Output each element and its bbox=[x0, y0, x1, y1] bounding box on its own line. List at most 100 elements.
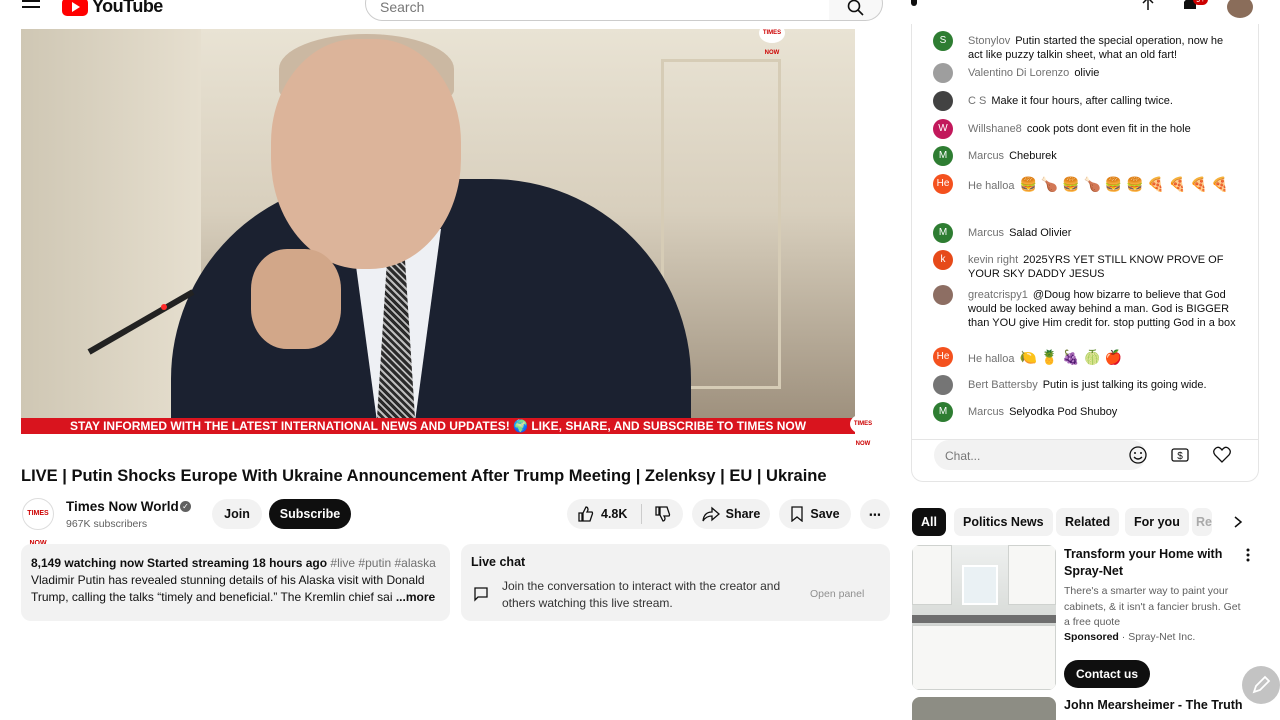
search-button[interactable] bbox=[829, 0, 883, 21]
chat-text: cook pots dont even fit in the hole bbox=[1026, 123, 1191, 135]
chat-message[interactable]: He He halloa 🍔 🍗 🍔 🍗 🍔 🍔 🍕 🍕 🍕 🍕 bbox=[933, 174, 1238, 196]
chip-recent[interactable]: Re bbox=[1192, 508, 1212, 536]
microphone-icon[interactable] bbox=[904, 0, 924, 16]
chat-text: Cheburek bbox=[1009, 150, 1057, 162]
chip-related[interactable]: Related bbox=[1056, 508, 1120, 536]
svg-text:$: $ bbox=[1177, 451, 1183, 462]
video-frame-head bbox=[271, 39, 461, 269]
chat-author: Marcus bbox=[968, 150, 1005, 162]
thumbs-up-icon[interactable] bbox=[577, 505, 595, 523]
pencil-icon bbox=[1252, 675, 1271, 694]
video-frame-mic-light bbox=[161, 304, 167, 310]
emoji-icon[interactable] bbox=[1128, 445, 1148, 465]
share-label: Share bbox=[725, 507, 761, 521]
youtube-logo[interactable]: YouTube bbox=[62, 0, 163, 17]
chat-author: Valentino Di Lorenzo bbox=[968, 67, 1070, 79]
chat-message[interactable]: Bert Battersby Putin is just talking its … bbox=[933, 375, 1238, 395]
ad-thumbnail[interactable] bbox=[912, 545, 1056, 690]
description-text: Vladimir Putin has revealed stunning det… bbox=[31, 572, 440, 606]
chat-author: Marcus bbox=[968, 406, 1005, 418]
chat-message[interactable]: k kevin right 2025YRS YET STILL KNOW PROV… bbox=[933, 250, 1238, 281]
subscriber-count: 967K subscribers bbox=[66, 518, 148, 530]
save-button[interactable]: Save bbox=[779, 499, 851, 529]
recommended-title[interactable]: John Mearsheimer - The Truth bbox=[1064, 698, 1243, 712]
chat-avatar: M bbox=[933, 223, 953, 243]
chat-message[interactable]: greatcrispy1 @Doug how bizarre to believe… bbox=[933, 285, 1238, 330]
heart-icon[interactable] bbox=[1212, 445, 1232, 465]
live-chat-card-title: Live chat bbox=[471, 555, 526, 569]
chat-text: 🍋 🍍 🍇 🍈 🍎 bbox=[1019, 349, 1123, 365]
news-ticker: STAY INFORMED WITH THE LATEST INTERNATIO… bbox=[21, 418, 855, 434]
channel-avatar[interactable]: TIMES NOW bbox=[22, 498, 54, 547]
chat-author: He halloa bbox=[968, 353, 1015, 365]
chat-author: Bert Battersby bbox=[968, 379, 1038, 391]
chat-bubble-icon bbox=[474, 587, 488, 602]
chat-message[interactable]: M Marcus Salad Olivier bbox=[933, 223, 1238, 243]
chat-message[interactable]: M Marcus Selyodka Pod Shuboy bbox=[933, 402, 1238, 422]
chat-avatar bbox=[933, 63, 953, 83]
description-meta: 8,149 watching now Started streaming 18 … bbox=[31, 555, 440, 572]
video-frame-hand bbox=[251, 249, 341, 349]
edit-fab[interactable] bbox=[1242, 666, 1280, 704]
logo-text: YouTube bbox=[92, 0, 163, 16]
chevron-right-icon[interactable] bbox=[1231, 515, 1245, 529]
chat-avatar: S bbox=[933, 31, 953, 51]
user-avatar[interactable] bbox=[1227, 0, 1253, 18]
more-actions-button[interactable]: ⋯ bbox=[860, 499, 890, 529]
chat-avatar: W bbox=[933, 119, 953, 139]
description-box[interactable]: 8,149 watching now Started streaming 18 … bbox=[21, 544, 450, 621]
subscribe-button[interactable]: Subscribe bbox=[269, 499, 351, 529]
thumbs-down-icon[interactable] bbox=[654, 505, 672, 523]
chat-message[interactable]: S Stonylov Putin started the special oper… bbox=[933, 31, 1238, 62]
channel-name[interactable]: Times Now World bbox=[66, 499, 179, 514]
chat-message[interactable]: Valentino Di Lorenzo olivie bbox=[933, 63, 1238, 83]
ad-thumb-cabinet bbox=[912, 545, 952, 605]
ad-thumb-lower-cabinets bbox=[912, 625, 1056, 690]
super-chat-icon[interactable]: $ bbox=[1170, 445, 1190, 465]
chat-message[interactable]: C S Make it four hours, after calling twi… bbox=[933, 91, 1238, 111]
contact-us-button[interactable]: Contact us bbox=[1064, 660, 1150, 688]
more-vert-icon[interactable] bbox=[1246, 548, 1250, 562]
youtube-logo-icon bbox=[62, 0, 88, 16]
create-icon[interactable] bbox=[1139, 0, 1157, 14]
chat-message[interactable]: M Marcus Cheburek bbox=[933, 146, 1238, 166]
search-input[interactable]: Search bbox=[365, 0, 830, 21]
chat-author: C S bbox=[968, 95, 987, 107]
description-body: Vladimir Putin has revealed stunning det… bbox=[31, 573, 425, 604]
chat-message[interactable]: He He halloa 🍋 🍍 🍇 🍈 🍎 bbox=[933, 347, 1238, 369]
chat-text: Salad Olivier bbox=[1009, 227, 1072, 239]
open-panel-button[interactable]: Open panel bbox=[810, 588, 864, 600]
hashtags[interactable]: #live #putin #alaska bbox=[330, 556, 435, 570]
recommended-thumbnail[interactable] bbox=[912, 697, 1056, 720]
menu-icon[interactable] bbox=[22, 0, 40, 12]
notification-badge: 9+ bbox=[1193, 0, 1209, 5]
top-bar: YouTube Search 9+ bbox=[0, 0, 1280, 24]
chat-avatar: He bbox=[933, 174, 953, 194]
live-chat-card: Live chat Join the conversation to inter… bbox=[461, 544, 890, 621]
like-count[interactable]: 4.8K bbox=[601, 507, 627, 521]
chat-avatar bbox=[933, 91, 953, 111]
chat-text: Selyodka Pod Shuboy bbox=[1009, 406, 1118, 418]
chip-all[interactable]: All bbox=[912, 508, 946, 536]
chip-for-you[interactable]: For you bbox=[1125, 508, 1189, 536]
ad-thumb-cabinet bbox=[1008, 545, 1056, 605]
chat-input[interactable]: Chat... bbox=[934, 440, 1146, 470]
live-chat-card-body: Join the conversation to interact with t… bbox=[502, 579, 781, 610]
chip-politics-news[interactable]: Politics News bbox=[954, 508, 1053, 536]
video-player[interactable]: TIMES NOW bbox=[21, 29, 855, 434]
chat-message[interactable]: W Willshane8 cook pots dont even fit in t… bbox=[933, 119, 1238, 139]
chat-author: He halloa bbox=[968, 180, 1015, 192]
description-more-link[interactable]: ...more bbox=[396, 590, 435, 604]
chat-avatar: k bbox=[933, 250, 953, 270]
join-button[interactable]: Join bbox=[212, 499, 262, 529]
watch-stats: 8,149 watching now Started streaming 18 … bbox=[31, 556, 328, 570]
verified-badge-icon: ✓ bbox=[180, 501, 191, 512]
ad-description: There's a smarter way to paint your cabi… bbox=[1064, 585, 1241, 628]
ad-title[interactable]: Transform your Home with Spray-Net bbox=[1064, 546, 1234, 580]
ad-thumb-window bbox=[962, 565, 998, 605]
chat-avatar: He bbox=[933, 347, 953, 367]
chat-text: Putin is just talking its going wide. bbox=[1042, 379, 1207, 391]
chat-avatar bbox=[933, 285, 953, 305]
like-divider bbox=[641, 504, 643, 524]
share-button[interactable]: Share bbox=[692, 499, 770, 529]
